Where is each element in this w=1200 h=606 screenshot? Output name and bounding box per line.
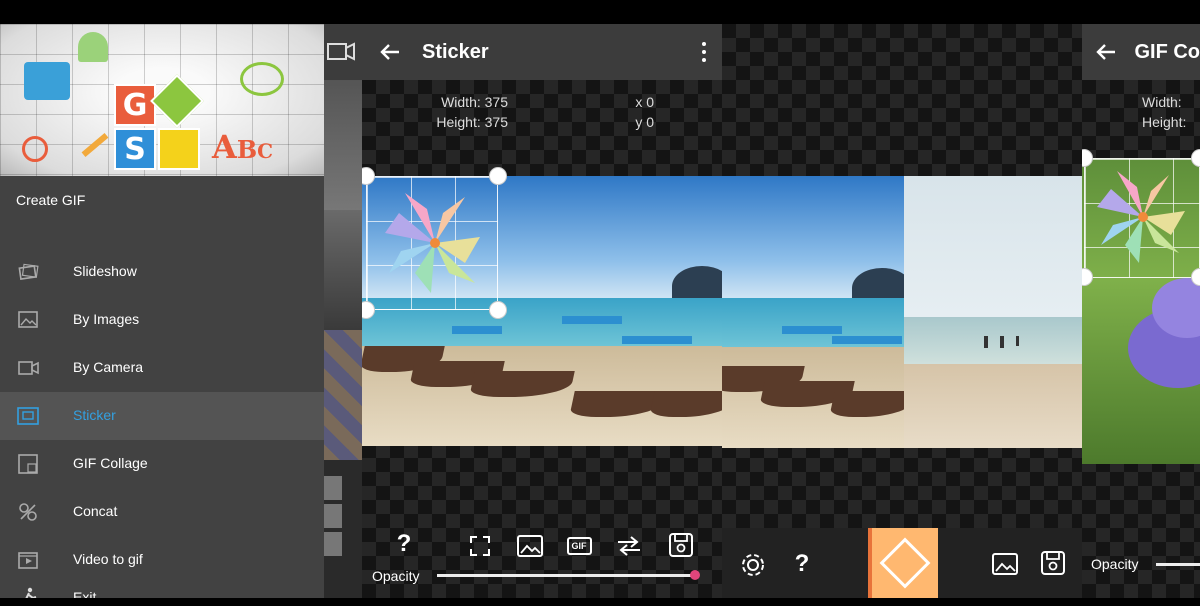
pinwheel-sticker — [385, 193, 480, 293]
size-readout: Width: Height: — [1142, 94, 1187, 130]
height-value: 375 — [484, 114, 508, 130]
back-button[interactable] — [1082, 24, 1130, 80]
image-icon — [992, 553, 1018, 575]
camera-icon — [24, 62, 70, 100]
app-bar: Sticker — [362, 24, 722, 80]
video-camera-icon — [327, 42, 355, 61]
fullscreen-icon — [470, 536, 490, 556]
shape-mode-button[interactable] — [868, 528, 938, 598]
arrow-back-icon — [1096, 44, 1116, 60]
share-icon — [22, 136, 48, 162]
save-button[interactable] — [666, 530, 696, 560]
beach-people-photo — [904, 176, 1082, 448]
gif-icon: GIF — [566, 537, 592, 555]
width-value: 375 — [484, 94, 508, 110]
add-gif-button[interactable]: GIF — [564, 532, 594, 560]
underlying-thumbnail — [324, 210, 362, 330]
menu-item-label: By Images — [73, 311, 140, 327]
help-button[interactable]: ? — [390, 530, 418, 558]
add-image-button[interactable] — [515, 532, 545, 560]
swap-button[interactable] — [614, 532, 644, 560]
position-readout: x 0 y 0 — [635, 94, 654, 130]
opacity-label: Opacity — [1091, 556, 1139, 572]
swap-arrows-icon — [618, 536, 640, 556]
camera-icon — [17, 357, 39, 379]
opacity-label: Opacity — [372, 568, 420, 584]
opacity-slider[interactable] — [1156, 563, 1200, 566]
add-image-button[interactable] — [990, 550, 1020, 578]
drawer-section-title: Create GIF — [16, 192, 86, 208]
save-icon — [1041, 551, 1065, 575]
sticker-selection-box[interactable] — [1084, 158, 1200, 278]
resize-handle[interactable] — [489, 167, 507, 185]
underlying-app-bar — [324, 24, 362, 80]
menu-item-slideshow[interactable]: Slideshow — [0, 248, 324, 296]
save-icon — [669, 533, 693, 557]
scissors-icon — [240, 62, 284, 96]
pinwheel-sticker — [1097, 171, 1185, 263]
menu-item-label: Sticker — [73, 407, 116, 423]
drawer-header-image: G S ABC — [0, 24, 324, 176]
slideshow-icon — [17, 261, 39, 283]
x-value: 0 — [646, 94, 654, 110]
underlying-thumbnail — [324, 330, 362, 460]
logo-tile-yellow — [158, 128, 200, 170]
page-title: GIF Co — [1134, 40, 1200, 63]
menu-item-label: GIF Collage — [73, 455, 148, 471]
menu-item-sticker[interactable]: Sticker — [0, 392, 324, 440]
gear-icon — [742, 554, 764, 576]
menu-item-gif-collage[interactable]: GIF Collage — [0, 440, 324, 488]
sticker-icon — [17, 405, 39, 427]
flower-icon — [78, 32, 108, 62]
menu-item-label: Slideshow — [73, 263, 137, 279]
logo-tile-g: G — [114, 84, 156, 126]
page-title: Sticker — [422, 40, 489, 63]
navigation-drawer: Create GIF Slideshow By Images By Camera… — [0, 176, 324, 598]
gif-collage-screen: GIF Co Width: Height: Opacity — [1082, 24, 1200, 598]
opacity-slider[interactable] — [437, 574, 695, 577]
underlying-list — [324, 460, 362, 598]
menu-item-by-camera[interactable]: By Camera — [0, 344, 324, 392]
back-button[interactable] — [362, 24, 418, 80]
underlying-thumbnail — [324, 80, 362, 210]
video-icon — [17, 549, 39, 571]
concat-icon — [17, 501, 39, 523]
menu-screen: G S ABC Create GIF Slideshow By Images B… — [0, 24, 362, 598]
image-icon — [17, 309, 39, 331]
menu-item-concat[interactable]: Concat — [0, 488, 324, 536]
logo-tile-s: S — [114, 128, 156, 170]
y-value: 0 — [646, 114, 654, 130]
menu-item-label: Concat — [73, 503, 118, 519]
edit-screen: ? — [722, 24, 1082, 598]
help-button[interactable]: ? — [788, 550, 816, 578]
exit-icon — [17, 587, 39, 598]
fullscreen-button[interactable] — [466, 532, 494, 560]
app-bar: GIF Co — [1082, 24, 1200, 80]
settings-button[interactable] — [738, 550, 768, 580]
menu-item-label: Exit — [73, 589, 97, 598]
save-button[interactable] — [1038, 548, 1068, 578]
sticker-screen: Sticker Width: 375 Height: 375 x 0 y 0 ?… — [362, 24, 722, 598]
collage-icon — [17, 453, 39, 475]
menu-item-by-images[interactable]: By Images — [0, 296, 324, 344]
menu-item-label: By Camera — [73, 359, 144, 375]
size-readout: Width: 375 Height: 375 — [436, 94, 508, 130]
menu-item-exit[interactable]: Exit — [0, 576, 324, 598]
arrow-back-icon — [380, 44, 399, 60]
sticker-selection-box[interactable] — [366, 176, 498, 310]
diamond-icon — [879, 537, 931, 589]
resize-handle[interactable] — [489, 301, 507, 319]
beach-boats-photo — [722, 176, 904, 448]
abc-letters: ABC — [212, 128, 274, 166]
more-options-button[interactable] — [696, 38, 712, 66]
menu-item-label: Video to gif — [73, 551, 143, 567]
opacity-slider-knob[interactable] — [690, 570, 700, 580]
screenshot-collage: G S ABC Create GIF Slideshow By Images B… — [0, 0, 1200, 606]
image-icon — [517, 535, 543, 557]
